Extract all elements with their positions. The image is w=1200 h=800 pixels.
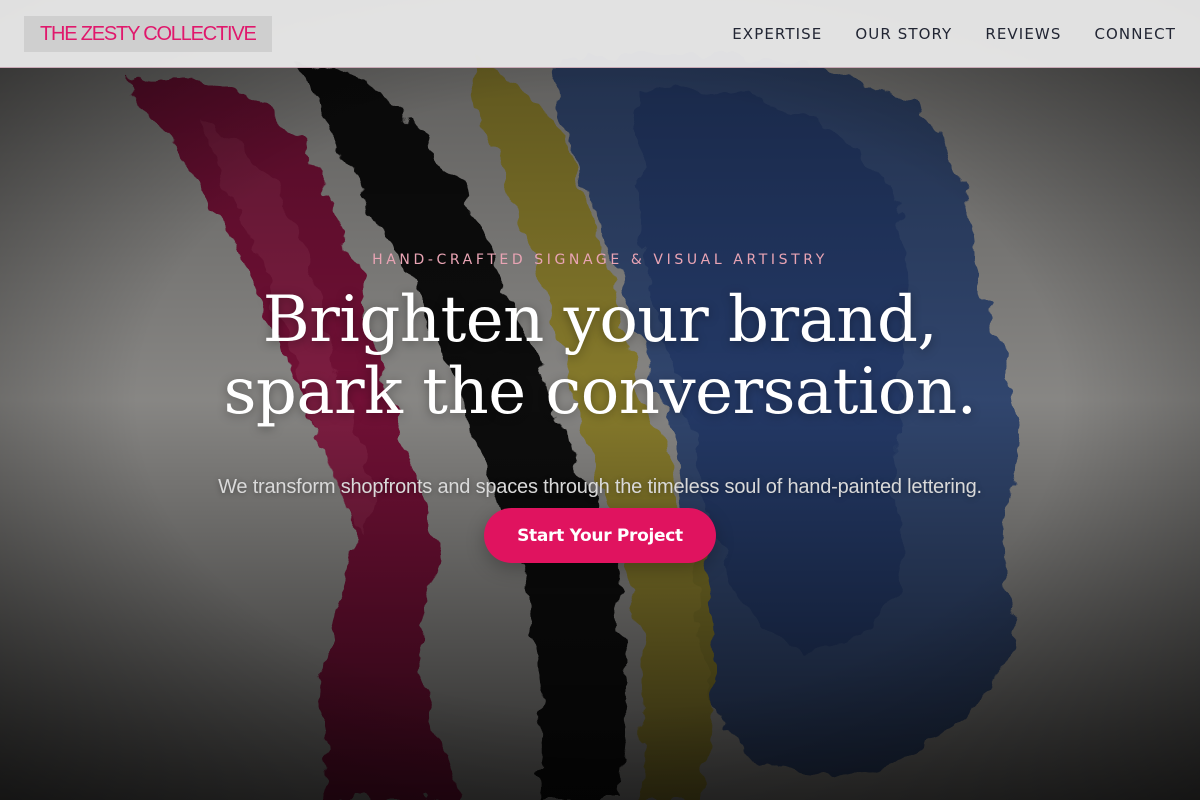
- nav-link-connect[interactable]: CONNECT: [1094, 25, 1176, 43]
- nav-link-our-story[interactable]: OUR STORY: [855, 25, 952, 43]
- landing-page: THE ZESTY COLLECTIVE EXPERTISE OUR STORY…: [0, 0, 1200, 800]
- main-nav: EXPERTISE OUR STORY REVIEWS CONNECT: [732, 0, 1176, 68]
- nav-link-reviews[interactable]: REVIEWS: [985, 25, 1061, 43]
- hero-headline-line-2: spark the conversation.: [223, 355, 977, 429]
- top-navbar: THE ZESTY COLLECTIVE EXPERTISE OUR STORY…: [0, 0, 1200, 68]
- hero-section: HAND-CRAFTED SIGNAGE & VISUAL ARTISTRY B…: [0, 0, 1200, 800]
- start-project-button[interactable]: Start Your Project: [484, 508, 716, 563]
- hero-subheadline: We transform shopfronts and spaces throu…: [218, 476, 982, 498]
- hero-headline: Brighten your brand, spark the conversat…: [0, 284, 1200, 428]
- brand-logo[interactable]: THE ZESTY COLLECTIVE: [24, 16, 272, 52]
- hero-eyebrow: HAND-CRAFTED SIGNAGE & VISUAL ARTISTRY: [372, 252, 828, 268]
- nav-link-expertise[interactable]: EXPERTISE: [732, 25, 822, 43]
- hero-headline-line-1: Brighten your brand,: [262, 283, 938, 357]
